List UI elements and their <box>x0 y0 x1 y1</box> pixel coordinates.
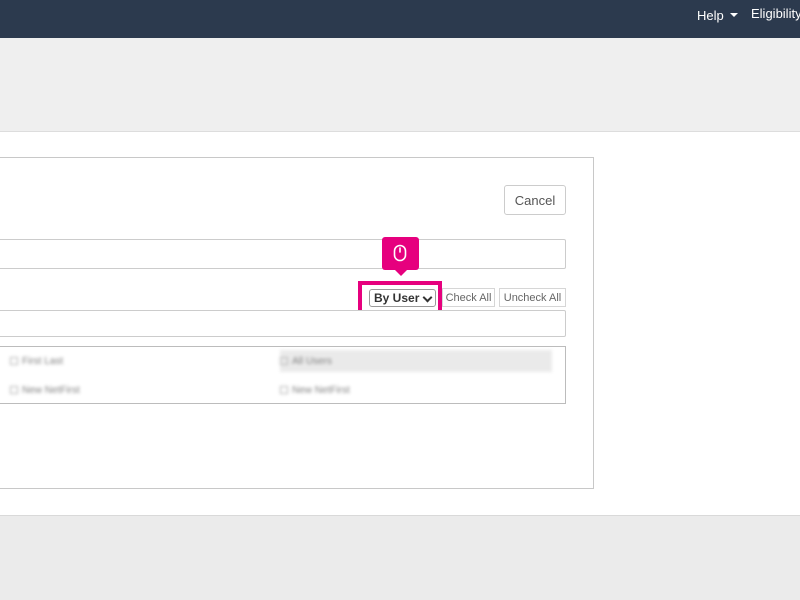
help-menu-label: Help <box>697 7 724 23</box>
mouse-icon <box>393 244 407 262</box>
list-item-label: All Users <box>292 355 333 367</box>
check-all-button[interactable]: Check All <box>442 288 495 307</box>
uncheck-all-button[interactable]: Uncheck All <box>499 288 566 307</box>
top-navbar: Help Eligibility <box>0 0 800 38</box>
help-menu[interactable]: Help <box>697 6 738 24</box>
list-item[interactable]: First Last <box>10 350 63 372</box>
list-item[interactable]: New NetFirst <box>280 379 350 401</box>
checkbox[interactable] <box>10 357 18 365</box>
name-input[interactable] <box>0 239 566 269</box>
filter-input[interactable] <box>0 310 566 337</box>
list-item-label: New NetFirst <box>292 384 350 396</box>
group-by-select[interactable]: By User <box>369 289 436 307</box>
checkbox[interactable] <box>280 386 288 394</box>
list-item[interactable]: New NetFirst <box>10 379 80 401</box>
list-item-label: New NetFirst <box>22 384 80 396</box>
eligibility-menu[interactable]: Eligibility <box>751 6 800 24</box>
checkbox[interactable] <box>280 357 288 365</box>
list-item[interactable]: All Users <box>280 350 552 372</box>
checkbox[interactable] <box>10 386 18 394</box>
page-header-band <box>0 38 800 132</box>
click-marker <box>382 237 419 276</box>
group-by-select-value: By User <box>374 291 420 305</box>
caret-down-icon <box>729 13 738 17</box>
chevron-down-icon <box>422 292 433 303</box>
list-item-label: First Last <box>22 355 64 367</box>
cancel-button[interactable]: Cancel <box>504 185 566 215</box>
footer-band <box>0 515 800 600</box>
